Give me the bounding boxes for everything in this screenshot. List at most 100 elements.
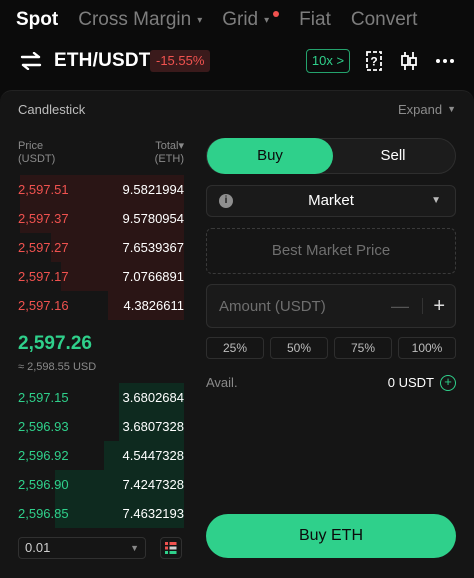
amount-field: — + [206,284,456,328]
candlestick-chart-icon [401,52,417,70]
tab-grid[interactable]: Grid ▾ [222,9,280,31]
ask-total: 9.5821994 [122,182,184,197]
chart-button[interactable] [396,49,422,73]
orderbook-layout-icon [165,542,177,554]
stepper-divider [422,298,423,314]
buy-sell-toggle: Buy Sell [206,138,456,174]
more-dots-icon [436,59,454,63]
buy-eth-button[interactable]: Buy ETH [206,514,456,558]
chevron-right-icon: > [336,53,345,68]
price-change-badge: -15.55% [150,50,211,72]
expand-label: Expand [397,101,443,117]
best-market-price-field: Best Market Price [206,228,456,274]
tab-cross-margin[interactable]: Cross Margin ▾ [78,9,202,31]
bid-price: 2,596.85 [18,506,69,521]
leverage-value: 10x [311,53,333,68]
percent-25-button[interactable]: 25% [206,337,264,359]
tab-convert[interactable]: Convert [351,9,418,31]
chevron-down-icon: ▼ [130,543,139,553]
tab-fiat-label: Fiat [299,9,331,30]
chevron-down-icon: ▼ [447,104,456,114]
candlestick-label: Candlestick [18,101,86,117]
bid-total: 3.6807328 [122,419,184,434]
expand-button[interactable]: Expand ▼ [398,102,456,117]
add-funds-icon[interactable]: + [440,375,456,391]
notification-dot-icon [273,11,280,17]
tab-grid-label: Grid [222,9,259,30]
ask-total: 4.3826611 [123,298,185,313]
trade-panel: Candlestick Expand ▼ Price (USDT) Total▾ (E… [0,90,474,578]
decrement-button[interactable]: — [391,285,409,327]
ask-total: 9.5780954 [122,211,184,226]
precision-select[interactable]: 0.01 ▼ [18,537,146,559]
bid-total: 7.4632193 [122,506,184,521]
chevron-down-icon: ▾ [197,14,203,26]
percentage-buttons: 25% 50% 75% 100% [206,337,456,359]
last-price-block: 2,597.26 ≈ 2,598.55 USD [18,333,184,373]
ask-row[interactable]: 2,597.27 7.6539367 [18,233,184,262]
tab-cross-margin-label: Cross Margin [78,9,192,30]
total-header-label: Total [155,140,179,152]
bid-row[interactable]: 2,596.90 7.4247328 [18,470,184,499]
pair-selector[interactable]: ETH/USDT [54,50,151,72]
ask-price: 2,597.37 [18,211,69,226]
orderbook-header: Price (USDT) Total▾ (ETH) [18,140,184,168]
trade-mode-tabs: Spot Cross Margin ▾ Grid ▾ Fiat Convert [0,0,474,40]
last-price-usd: ≈ 2,598.55 USD [18,361,97,373]
pair-header: ETH/USDT -15.55% 10x > ? [0,44,474,78]
ask-rows: 2,597.51 9.5821994 2,597.37 9.5780954 2,597.… [18,175,184,320]
buy-tab[interactable]: Buy [207,138,333,174]
bid-row[interactable]: 2,597.15 3.6802684 [18,383,184,412]
bid-price: 2,597.15 [18,390,69,405]
bid-row[interactable]: 2,596.93 3.6807328 [18,412,184,441]
percent-50-button[interactable]: 50% [270,337,328,359]
sell-tab[interactable]: Sell [331,139,455,173]
last-price: 2,597.26 [18,333,92,354]
ask-price: 2,597.27 [18,240,69,255]
ask-row[interactable]: 2,597.17 7.0766891 [18,262,184,291]
ask-price: 2,597.16 [18,298,69,313]
sort-caret-icon: ▾ [178,140,184,152]
bid-price: 2,596.92 [18,448,69,463]
bid-price: 2,596.90 [18,477,69,492]
leverage-button[interactable]: 10x > [306,49,350,73]
avail-value: 0 USDT [387,375,434,390]
bid-total: 3.6802684 [122,390,184,405]
bid-rows: 2,597.15 3.6802684 2,596.93 3.6807328 2,596.… [18,383,184,528]
avail-label: Avail. [206,375,238,390]
bid-row[interactable]: 2,596.92 4.5447328 [18,441,184,470]
price-unit-label: (USDT) [18,153,56,165]
precision-value: 0.01 [25,540,51,555]
chart-toggle-row[interactable]: Candlestick Expand ▼ [18,99,456,119]
price-column-header: Price (USDT) [18,140,55,166]
total-unit-label: (ETH) [154,153,184,165]
increment-button[interactable]: + [433,285,445,327]
orderbook-layout-button[interactable] [160,537,182,559]
percent-75-button[interactable]: 75% [334,337,392,359]
bid-total: 7.4247328 [122,477,184,492]
tab-fiat[interactable]: Fiat [299,9,331,31]
more-options-button[interactable] [432,49,458,73]
chevron-down-icon: ▼ [431,195,441,206]
tab-spot[interactable]: Spot [16,9,58,31]
amount-input[interactable] [219,285,379,327]
tab-spot-label: Spot [16,9,59,30]
ask-row[interactable]: 2,597.51 9.5821994 [18,175,184,204]
order-type-value: Market [308,192,354,209]
order-type-select[interactable]: i Market ▼ [206,185,456,217]
svg-text:?: ? [370,55,377,69]
ask-row[interactable]: 2,597.37 9.5780954 [18,204,184,233]
price-header-label: Price [18,140,44,152]
bid-total: 4.5447328 [122,448,184,463]
percent-100-button[interactable]: 100% [398,337,456,359]
tab-convert-label: Convert [350,9,418,30]
bid-row[interactable]: 2,596.85 7.4632193 [18,499,184,528]
help-button[interactable]: ? [361,49,387,73]
ask-price: 2,597.17 [18,269,69,284]
total-column-header[interactable]: Total▾ (ETH) [155,140,184,166]
bid-price: 2,596.93 [18,419,69,434]
ask-row[interactable]: 2,597.16 4.3826611 [18,291,184,320]
question-doc-icon: ? [366,51,382,71]
ask-total: 7.0766891 [122,269,184,284]
swap-pairs-icon[interactable] [20,52,42,70]
